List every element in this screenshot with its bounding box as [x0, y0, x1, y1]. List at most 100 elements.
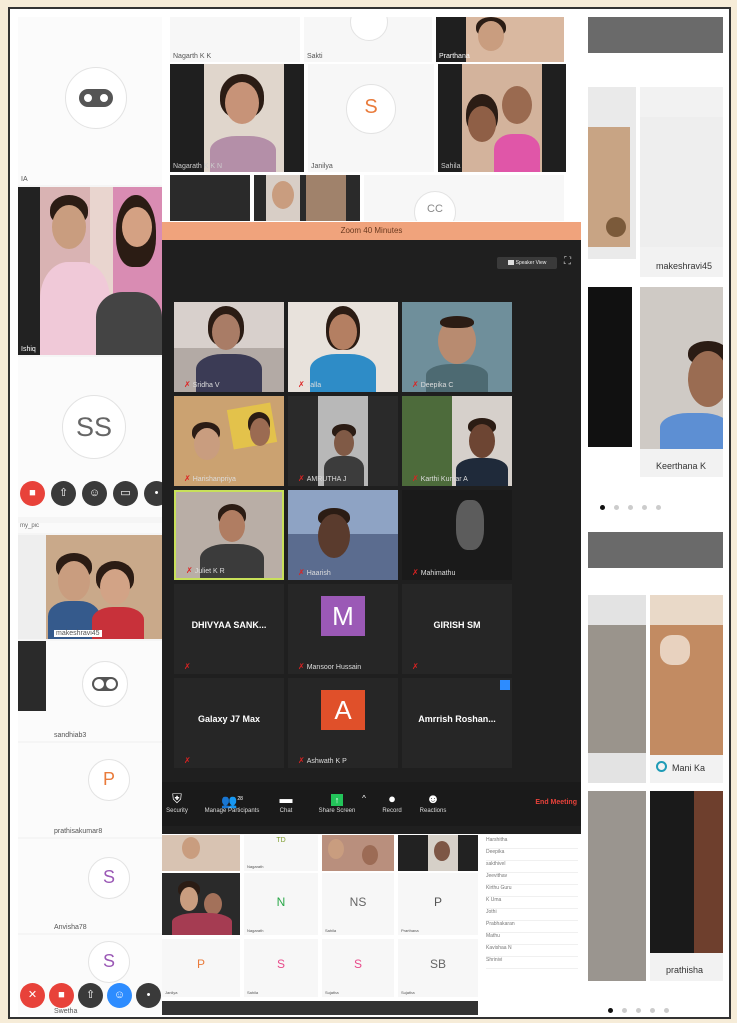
list-item[interactable]: Harshitha	[486, 837, 578, 849]
participant-tile-left-1[interactable]: IA	[18, 17, 162, 185]
share-options-caret[interactable]: ^	[358, 790, 370, 808]
participant-name: Mansoor Hussain	[306, 664, 362, 671]
video-tile[interactable]: ✗ Karthi Kumar A	[402, 396, 512, 486]
video-tile[interactable]	[162, 835, 240, 871]
speaker-view-label: Speaker View	[515, 260, 547, 266]
video-tile[interactable]: Nagarath K K N	[170, 64, 304, 172]
name-tile[interactable]: Amrrish Roshan...	[402, 678, 512, 768]
security-button[interactable]: ⛨ Security	[152, 790, 202, 814]
video-off-icon[interactable]: ■	[49, 983, 74, 1008]
avatar-tile[interactable]: M ✗ Mansoor Hussain	[288, 584, 398, 674]
left-panel: IA Ishiq SS ■ ⇧ ☺ ▭ • my_pic makeshravi4…	[18, 17, 162, 1015]
avatar-p: P	[88, 759, 130, 801]
participant-tile-anvisha[interactable]: S Anvisha78	[18, 839, 162, 933]
meeting-toolbar: ⛨ Security 👥28 Manage Participants ▬ Chat ↑…	[162, 782, 581, 826]
video-tile[interactable]: Sahila	[438, 64, 566, 172]
video-tile[interactable]: ✗ Mahimathu	[402, 490, 512, 580]
zoom-window: Zoom 40 Minutes Speaker View ⛶ ✗ Sridha V…	[162, 222, 581, 834]
share-screen-icon: ↑	[312, 790, 362, 808]
video-tile[interactable]	[322, 835, 394, 871]
header-bar	[588, 532, 723, 568]
participant-name: Karthi Kumar A	[420, 476, 468, 483]
video-tile[interactable]	[162, 873, 240, 935]
tile-label: Sakti	[307, 53, 323, 60]
video-tile[interactable]: prathisha	[650, 791, 723, 981]
record-button[interactable]: ● Record	[372, 790, 412, 814]
participant-grid: ✗ Sridha V ✗ Jalla ✗ Deepika C ✗ Harishanpri…	[172, 302, 514, 772]
speaker-view-button[interactable]: Speaker View	[497, 257, 557, 269]
tile-label: Anvisha78	[54, 924, 87, 931]
video-off-icon[interactable]: ■	[20, 481, 45, 506]
video-tile-couple[interactable]: Ishiq	[18, 187, 162, 355]
chat-icon[interactable]: ▭	[113, 481, 138, 506]
video-tile[interactable]	[254, 175, 360, 221]
participant-name: Mahimathu	[420, 570, 456, 577]
list-item[interactable]: Kavishaa N	[486, 945, 578, 957]
avatar-placeholder	[82, 661, 128, 707]
video-tile[interactable]	[588, 791, 646, 981]
pagination-dots[interactable]	[600, 497, 670, 515]
avatar-initials: SS	[75, 412, 113, 442]
participant-name: Mani Ka	[672, 763, 706, 773]
list-item[interactable]: Kirthu Guru	[486, 885, 578, 897]
manage-participants-button[interactable]: 👥28 Manage Participants	[202, 790, 262, 814]
share-screen-button[interactable]: ↑ Share Screen	[312, 790, 362, 814]
video-tile[interactable]	[588, 87, 636, 259]
video-tile[interactable]	[588, 287, 636, 477]
video-tile[interactable]: ✗ Deepika C	[402, 302, 512, 392]
video-tile[interactable]: ✗ Jalla	[288, 302, 398, 392]
list-item[interactable]: Shrinivi	[486, 957, 578, 969]
participants-icon[interactable]: ☺	[82, 481, 107, 506]
video-tile[interactable]: Keerthana K	[640, 287, 723, 477]
tile-label: Nagarath K K N	[173, 163, 223, 170]
list-item[interactable]: Prabhakaran	[486, 921, 578, 933]
name-tile[interactable]: Galaxy J7 Max ✗	[174, 678, 284, 768]
tile-label: sandhiab3	[54, 732, 87, 739]
video-tile-mother-son[interactable]: makeshravi45	[18, 535, 162, 639]
list-item[interactable]: sakthivel	[486, 861, 578, 873]
participant-tile-sandhia[interactable]: sandhiab3	[18, 641, 162, 741]
list-item[interactable]: Jothi	[486, 909, 578, 921]
list-item[interactable]: Deepika	[486, 849, 578, 861]
name-tile[interactable]: GIRISH SM ✗	[402, 584, 512, 674]
reaction-icon: ☻	[426, 791, 440, 806]
list-item[interactable]: K Uma	[486, 897, 578, 909]
avatar-tile[interactable]: A ✗ Ashwath K P	[288, 678, 398, 768]
record-icon: ●	[388, 791, 396, 806]
fullscreen-icon[interactable]: ⛶	[564, 256, 574, 268]
video-tile[interactable]	[588, 595, 646, 783]
participant-tile-ss[interactable]: SS ■ ⇧ ☺ ▭ •	[18, 357, 162, 517]
participant-tile-prathisa[interactable]: P prathisakumar8	[18, 743, 162, 837]
participants-list: Harshitha Deepika sakthivel Jeevithav Ki…	[486, 837, 578, 969]
video-tile-active-speaker[interactable]: ✗ Juliet K R	[174, 490, 284, 580]
list-item[interactable]: Jeevithav	[486, 873, 578, 885]
more-icon[interactable]: •	[136, 983, 161, 1008]
participant-tile-swetha[interactable]: S ✕ ■ ⇧ ☺ • Swetha	[18, 935, 162, 1015]
video-tile[interactable]: Prarthana	[436, 17, 564, 62]
reactions-button[interactable]: ☻ Reactions	[412, 790, 454, 814]
chevron-up-icon: ^	[362, 794, 366, 803]
tile-label: Janilya	[311, 163, 333, 170]
participants-icon[interactable]: ☺	[107, 983, 132, 1008]
pagination-dots[interactable]	[608, 1000, 678, 1017]
video-tile[interactable]	[398, 835, 478, 871]
share-icon[interactable]: ⇧	[78, 983, 103, 1008]
video-tile[interactable]: ✗ Haarish	[288, 490, 398, 580]
chat-button[interactable]: ▬ Chat	[266, 790, 306, 814]
video-tile[interactable]: ✗ Harishanpriya	[174, 396, 284, 486]
video-tile[interactable]: Mani Ka	[650, 595, 723, 783]
list-item[interactable]: Mathu	[486, 933, 578, 945]
participant-name: AMRUTHA J	[306, 476, 347, 483]
video-tile[interactable]: ✗ Sridha V	[174, 302, 284, 392]
more-icon[interactable]: •	[144, 481, 162, 506]
mic-off-icon[interactable]: ✕	[20, 983, 45, 1008]
share-icon[interactable]: ⇧	[51, 481, 76, 506]
participant-name: Amrrish Roshan...	[418, 714, 496, 724]
participant-tile[interactable]: makeshravi45	[640, 87, 723, 277]
tile-label: Prarthana	[439, 53, 470, 60]
participant-name: GIRISH SM	[433, 620, 481, 630]
end-meeting-button[interactable]: End Meeting	[535, 799, 577, 806]
owl-logo-icon	[79, 89, 113, 107]
name-tile[interactable]: DHIVYAA SANK... ✗	[174, 584, 284, 674]
video-tile[interactable]: ✗ AMRUTHA J	[288, 396, 398, 486]
